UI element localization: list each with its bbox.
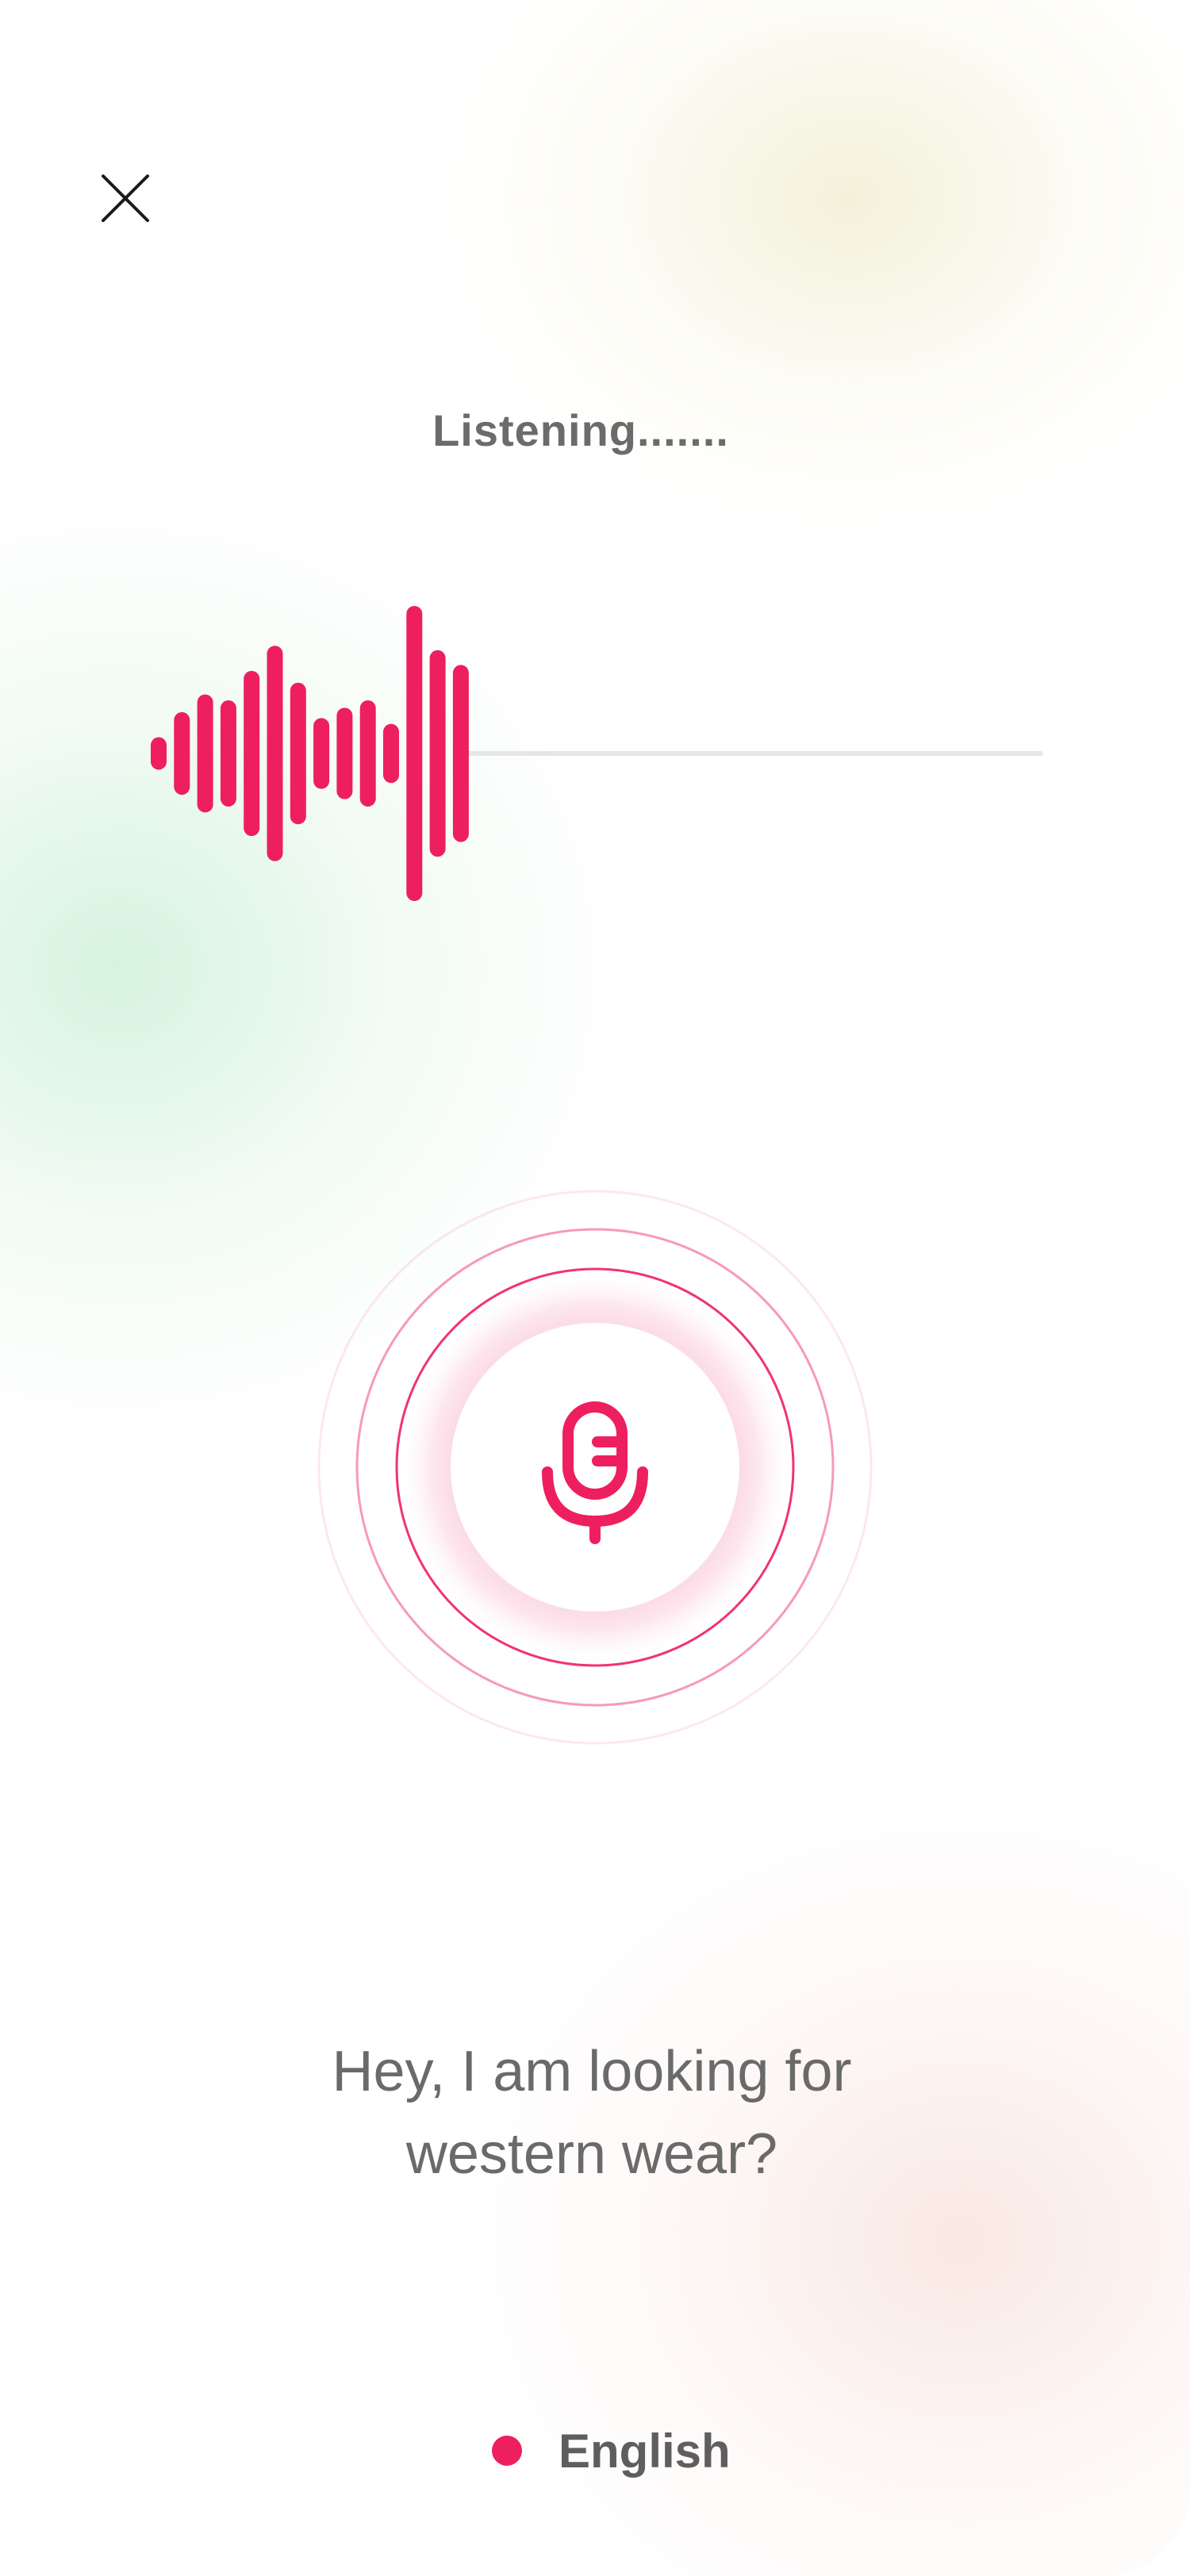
waveform-bar: [151, 737, 167, 770]
microphone-icon: [542, 1401, 648, 1544]
waveform-bar: [452, 665, 469, 842]
waveform-bar: [359, 700, 376, 807]
microphone-button[interactable]: [451, 1323, 739, 1612]
waveform-bar: [220, 700, 236, 807]
mic-pulse-rings: [309, 1182, 881, 1753]
transcript-line-1: Hey, I am looking for: [332, 2040, 852, 2103]
waveform-bar: [429, 650, 446, 857]
listening-status: Listening.......: [432, 405, 729, 455]
audio-waveform: [151, 606, 1043, 901]
close-button[interactable]: [94, 167, 157, 230]
waveform-bar: [406, 606, 423, 901]
waveform-bar: [313, 718, 330, 789]
waveform-bar: [336, 707, 353, 799]
voice-search-screen: Listening....... Hey, I am looking for w…: [0, 0, 1190, 2576]
language-label: English: [559, 2424, 731, 2478]
language-indicator-dot: [492, 2436, 522, 2466]
waveform-bar: [383, 723, 399, 784]
background-glow-yellow: [413, 0, 1190, 555]
waveform-bar: [197, 694, 213, 813]
speech-transcript: Hey, I am looking for western wear?: [0, 2030, 1184, 2195]
transcript-line-2: western wear?: [405, 2122, 778, 2186]
waveform-bar: [244, 670, 260, 837]
close-icon: [102, 174, 149, 222]
waveform-bar: [290, 682, 306, 825]
language-selector[interactable]: English: [492, 2419, 731, 2482]
waveform-bar: [174, 711, 190, 795]
waveform-bar: [267, 646, 283, 861]
